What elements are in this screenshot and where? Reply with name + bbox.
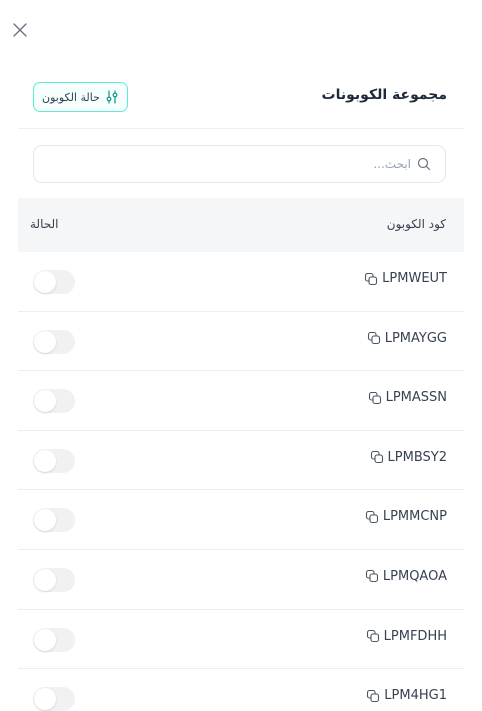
coupon-code-copy[interactable]: LPM4HG1 bbox=[366, 688, 447, 703]
sliders-icon bbox=[106, 90, 118, 104]
table-row: LPM4HG1 bbox=[18, 669, 464, 711]
coupon-code-copy[interactable]: LPMWEUT bbox=[364, 271, 447, 286]
status-toggle[interactable] bbox=[33, 389, 75, 414]
copy-icon bbox=[366, 630, 379, 643]
coupon-code: LPMMCNP bbox=[382, 509, 447, 525]
copy-icon bbox=[367, 332, 380, 345]
column-header-coupon-code: كود الكوبون bbox=[386, 217, 446, 231]
status-toggle[interactable] bbox=[33, 329, 75, 354]
table-row: LPMMCNP bbox=[18, 490, 464, 550]
toggle-knob bbox=[34, 449, 56, 472]
search-box bbox=[33, 145, 446, 183]
copy-icon bbox=[365, 570, 378, 583]
drawer-header: مجموعة الكوبونات حالة الكوبون bbox=[18, 82, 464, 129]
coupon-code-copy[interactable]: LPMMCNP bbox=[365, 509, 447, 524]
toggle-knob bbox=[34, 330, 56, 353]
coupon-code: LPMBSY2 bbox=[387, 449, 447, 465]
toggle-knob bbox=[34, 509, 56, 532]
page-title: مجموعة الكوبونات bbox=[321, 87, 447, 103]
toggle-knob bbox=[34, 271, 56, 293]
status-toggle[interactable] bbox=[33, 627, 75, 652]
coupon-code: LPMWEUT bbox=[382, 271, 447, 286]
toggle-knob bbox=[34, 688, 56, 711]
copy-icon bbox=[365, 510, 378, 523]
column-header-status: الحالة bbox=[30, 217, 59, 231]
toggle-knob bbox=[34, 568, 56, 591]
toggle-knob bbox=[34, 390, 56, 413]
coupon-status-filter-button[interactable]: حالة الكوبون bbox=[33, 82, 128, 112]
search-input[interactable] bbox=[91, 157, 411, 171]
table-row: LPMFDHH bbox=[18, 610, 464, 670]
status-toggle[interactable] bbox=[33, 508, 75, 533]
coupon-code-copy[interactable]: LPMFDHH bbox=[366, 629, 447, 644]
close-icon bbox=[13, 23, 27, 37]
copy-icon bbox=[365, 272, 378, 285]
toggle-knob bbox=[34, 628, 56, 651]
coupons-table: كود الكوبون الحالة LPMWEUT LPMAYGG LPMAS… bbox=[18, 198, 464, 711]
search-icon bbox=[417, 157, 431, 171]
copy-icon bbox=[367, 689, 380, 702]
coupon-code-copy[interactable]: LPMASSN bbox=[368, 390, 447, 405]
coupon-status-filter-label: حالة الكوبون bbox=[42, 90, 100, 104]
copy-icon bbox=[368, 391, 381, 404]
coupon-code: LPMAYGG bbox=[384, 330, 447, 346]
status-toggle[interactable] bbox=[33, 567, 75, 592]
table-row: LPMQAOA bbox=[18, 550, 464, 610]
table-header: كود الكوبون الحالة bbox=[18, 198, 464, 252]
table-row: LPMASSN bbox=[18, 371, 464, 431]
status-toggle[interactable] bbox=[33, 270, 75, 294]
coupon-code: LPM4HG1 bbox=[384, 688, 447, 704]
coupon-code-copy[interactable]: LPMBSY2 bbox=[370, 450, 447, 465]
coupon-code: LPMQAOA bbox=[382, 568, 447, 584]
copy-icon bbox=[370, 451, 383, 464]
coupon-code: LPMASSN bbox=[385, 390, 447, 406]
table-row: LPMBSY2 bbox=[18, 431, 464, 491]
coupon-code-copy[interactable]: LPMQAOA bbox=[365, 569, 447, 584]
status-toggle[interactable] bbox=[33, 687, 75, 711]
status-toggle[interactable] bbox=[33, 448, 75, 473]
table-row: LPMAYGG bbox=[18, 312, 464, 372]
coupon-code: LPMFDHH bbox=[383, 628, 447, 644]
close-button[interactable] bbox=[10, 20, 30, 40]
coupon-code-copy[interactable]: LPMAYGG bbox=[367, 331, 447, 346]
table-row: LPMWEUT bbox=[18, 252, 464, 312]
coupon-group-drawer: مجموعة الكوبونات حالة الكوبون كود الكوبو… bbox=[0, 0, 482, 711]
